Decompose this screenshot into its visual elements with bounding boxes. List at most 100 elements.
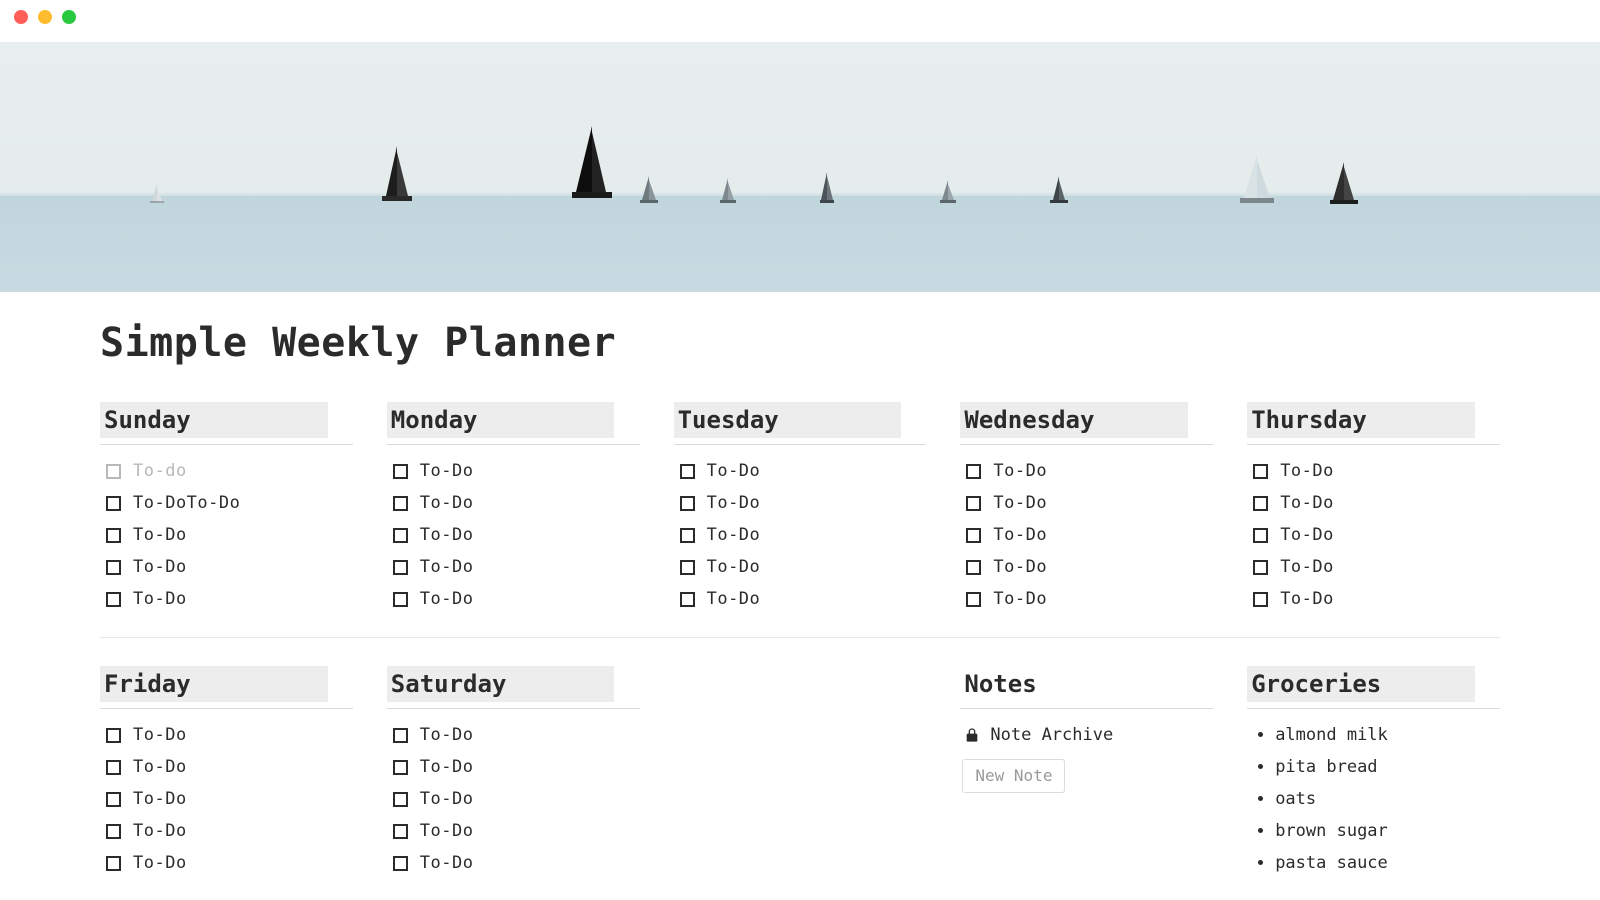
todo-item[interactable]: To-Do [393,757,640,777]
checkbox-icon[interactable] [106,856,121,871]
todo-item[interactable]: To-Do [106,525,353,545]
todo-item[interactable]: To-Do [393,725,640,745]
checkbox-icon[interactable] [106,528,121,543]
checkbox-icon[interactable] [393,760,408,775]
day-column-friday: Friday To-Do To-Do To-Do To-Do To-Do [100,666,353,873]
checkbox-icon[interactable] [393,560,408,575]
todo-label: To-Do [420,821,474,841]
checkbox-icon[interactable] [1253,464,1268,479]
todo-item[interactable]: To-Do [393,493,640,513]
checkbox-icon[interactable] [106,464,121,479]
checkbox-icon[interactable] [106,824,121,839]
todo-item[interactable]: To-Do [106,853,353,873]
todo-item[interactable]: To-Do [106,557,353,577]
day-heading: Friday [100,666,328,702]
checkbox-icon[interactable] [106,792,121,807]
checkbox-icon[interactable] [1253,560,1268,575]
todo-item[interactable]: To-Do [106,725,353,745]
todo-item[interactable]: To-Do [393,821,640,841]
checkbox-icon[interactable] [966,528,981,543]
checkbox-icon[interactable] [393,728,408,743]
divider [387,444,640,445]
todo-item[interactable]: To-Do [106,757,353,777]
todo-item[interactable]: To-Do [393,461,640,481]
todo-item[interactable]: To-DoTo-Do [106,493,353,513]
day-column-thursday: Thursday To-Do To-Do To-Do To-Do To-Do [1247,402,1500,609]
checkbox-icon[interactable] [106,728,121,743]
checkbox-icon[interactable] [106,560,121,575]
checkbox-icon[interactable] [393,528,408,543]
sailboat-icon [1330,162,1358,208]
grocery-item[interactable]: oats [1275,789,1500,809]
todo-item[interactable]: To-Do [966,493,1213,513]
todo-item[interactable]: To-Do [1253,461,1500,481]
grocery-item[interactable]: brown sugar [1275,821,1500,841]
todo-item[interactable]: To-Do [1253,525,1500,545]
todo-label: To-Do [420,557,474,577]
sailboat-icon [640,176,658,206]
todo-item[interactable]: To-Do [393,589,640,609]
checkbox-icon[interactable] [393,856,408,871]
checkbox-icon[interactable] [966,560,981,575]
todo-item[interactable]: To-Do [966,525,1213,545]
day-column-sunday: Sunday To-do To-DoTo-Do To-Do To-Do To-D… [100,402,353,609]
checkbox-icon[interactable] [393,496,408,511]
todo-label: To-Do [1280,525,1334,545]
checkbox-icon[interactable] [680,464,695,479]
todo-label: To-Do [420,853,474,873]
lock-icon [964,727,980,743]
checkbox-icon[interactable] [680,528,695,543]
checkbox-icon[interactable] [1253,496,1268,511]
todo-item[interactable]: To-Do [106,821,353,841]
checkbox-icon[interactable] [393,824,408,839]
todo-item[interactable]: To-do [106,461,353,481]
grocery-item[interactable]: almond milk [1275,725,1500,745]
todo-item[interactable]: To-Do [106,589,353,609]
todo-item[interactable]: To-Do [1253,589,1500,609]
sailboat-icon [572,126,612,204]
checkbox-icon[interactable] [680,592,695,607]
sailboat-icon [1240,154,1274,208]
todo-item[interactable]: To-Do [393,853,640,873]
todo-item[interactable]: To-Do [1253,493,1500,513]
note-archive-link[interactable]: Note Archive [960,725,1213,745]
grocery-item[interactable]: pasta sauce [1275,853,1500,873]
checkbox-icon[interactable] [393,464,408,479]
todo-item[interactable]: To-Do [393,557,640,577]
day-column-wednesday: Wednesday To-Do To-Do To-Do To-Do To-Do [960,402,1213,609]
todo-item[interactable]: To-Do [680,461,927,481]
checkbox-icon[interactable] [966,496,981,511]
grocery-item[interactable]: pita bread [1275,757,1500,777]
todo-item[interactable]: To-Do [966,557,1213,577]
empty-column [674,666,927,873]
checkbox-icon[interactable] [106,760,121,775]
todo-item[interactable]: To-Do [680,525,927,545]
checkbox-icon[interactable] [966,464,981,479]
todo-item[interactable]: To-Do [393,525,640,545]
checkbox-icon[interactable] [680,560,695,575]
checkbox-icon[interactable] [1253,528,1268,543]
cover-image[interactable] [0,42,1600,292]
checkbox-icon[interactable] [106,496,121,511]
minimize-window-button[interactable] [38,10,52,24]
todo-item[interactable]: To-Do [966,461,1213,481]
todo-item[interactable]: To-Do [680,589,927,609]
checkbox-icon[interactable] [680,496,695,511]
todo-label: To-DoTo-Do [133,493,240,513]
checkbox-icon[interactable] [393,592,408,607]
todo-item[interactable]: To-Do [680,493,927,513]
todo-item[interactable]: To-Do [966,589,1213,609]
checkbox-icon[interactable] [393,792,408,807]
new-note-button[interactable]: New Note [962,759,1065,793]
todo-label: To-Do [420,525,474,545]
zoom-window-button[interactable] [62,10,76,24]
todo-label: To-Do [993,461,1047,481]
close-window-button[interactable] [14,10,28,24]
checkbox-icon[interactable] [106,592,121,607]
checkbox-icon[interactable] [966,592,981,607]
todo-item[interactable]: To-Do [106,789,353,809]
todo-item[interactable]: To-Do [680,557,927,577]
checkbox-icon[interactable] [1253,592,1268,607]
todo-item[interactable]: To-Do [393,789,640,809]
todo-item[interactable]: To-Do [1253,557,1500,577]
